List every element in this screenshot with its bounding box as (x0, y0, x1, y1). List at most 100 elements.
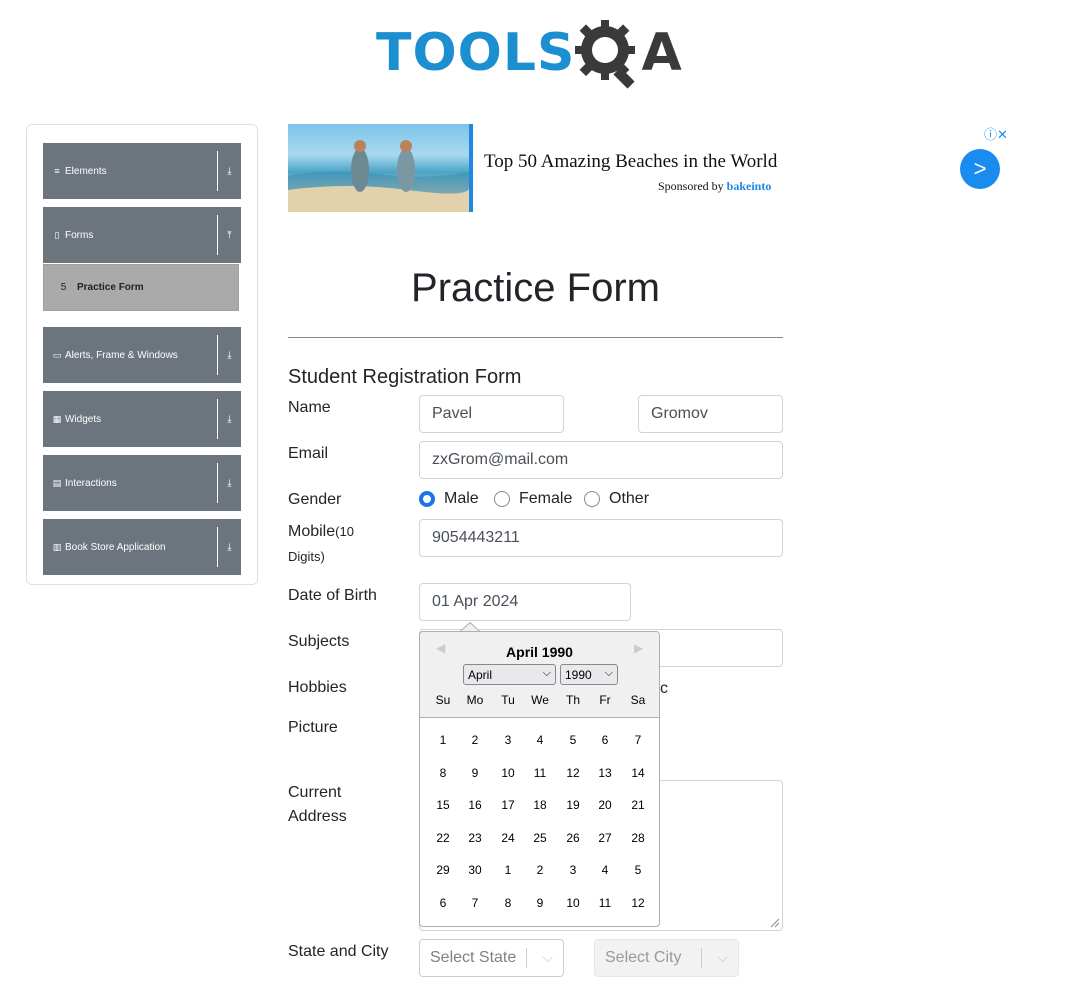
ad-sponsor-name[interactable]: bakeinto (727, 179, 772, 193)
calendar-day[interactable]: 29 (427, 863, 459, 877)
grid-icon: ▦ (52, 414, 62, 424)
ad-banner[interactable]: Top 50 Amazing Beaches in the World Spon… (288, 124, 1018, 214)
calendar-day[interactable]: 21 (622, 798, 654, 812)
expand-icon[interactable]: ⤓ (217, 463, 241, 503)
calendar-day-outside-month[interactable]: 11 (589, 896, 621, 910)
radio-checked[interactable] (419, 491, 435, 507)
radio-unchecked[interactable] (584, 491, 600, 507)
calendar-day-outside-month[interactable]: 1 (492, 863, 524, 877)
city-select[interactable]: Select City ⌵ (594, 939, 739, 977)
calendar-day-outside-month[interactable]: 7 (459, 896, 491, 910)
month-select[interactable]: April ⌵ (463, 664, 556, 685)
calendar-day[interactable]: 9 (459, 766, 491, 780)
calendar-day-outside-month[interactable]: 10 (557, 896, 589, 910)
calendar-day[interactable]: 19 (557, 798, 589, 812)
calendar-day-outside-month[interactable]: 12 (622, 896, 654, 910)
calendar-day[interactable]: 12 (557, 766, 589, 780)
calendar-day[interactable]: 18 (524, 798, 556, 812)
calendar-day[interactable]: 5 (557, 733, 589, 747)
address-label-line1: Current (288, 784, 342, 801)
first-name-input[interactable]: Pavel (419, 395, 564, 433)
sidebar-group-interactions[interactable]: ▤ Interactions ⤓ (43, 455, 241, 511)
ad-sponsored-prefix: Sponsored by (658, 179, 724, 193)
calendar-day[interactable]: 30 (459, 863, 491, 877)
calendar-day[interactable]: 13 (589, 766, 621, 780)
calendar-day-outside-month[interactable]: 4 (589, 863, 621, 877)
toolsqa-logo[interactable]: TOOLS A (376, 14, 698, 92)
select-separator (701, 948, 702, 968)
ad-title[interactable]: Top 50 Amazing Beaches in the World (484, 151, 777, 173)
ad-sponsored[interactable]: Sponsored by bakeinto (658, 179, 771, 194)
calendar-day[interactable]: 14 (622, 766, 654, 780)
expand-icon[interactable]: ⤓ (217, 527, 241, 567)
next-month-icon[interactable]: ▶ (634, 641, 643, 655)
sidebar-group-widgets[interactable]: ▦ Widgets ⤓ (43, 391, 241, 447)
year-select[interactable]: 1990 ⌵ (560, 664, 618, 685)
calendar-day-outside-month[interactable]: 5 (622, 863, 654, 877)
calendar-day[interactable]: 1 (427, 733, 459, 747)
sidebar-group-forms[interactable]: ▯ Forms ⤒ (43, 207, 241, 263)
gender-option-label: Female (519, 490, 573, 507)
calendar-day[interactable]: 27 (589, 831, 621, 845)
gender-radio-female[interactable]: Female (494, 490, 572, 508)
chevron-down-icon: ⌵ (542, 667, 551, 679)
calendar-day[interactable]: 16 (459, 798, 491, 812)
calendar-day[interactable]: 8 (427, 766, 459, 780)
calendar-day[interactable]: 15 (427, 798, 459, 812)
ad-next-button[interactable]: > (960, 149, 1000, 189)
datepicker-popup: ◀ April 1990 ▶ April ⌵ 1990 ⌵ Su Mo Tu W… (419, 631, 660, 927)
calendar-day[interactable]: 10 (492, 766, 524, 780)
gender-radio-other[interactable]: Other (584, 490, 649, 508)
calendar-day[interactable]: 24 (492, 831, 524, 845)
sidebar-group-label: Forms (65, 229, 94, 241)
ad-image[interactable] (288, 124, 473, 212)
sidebar-group-alerts[interactable]: ▭ Alerts, Frame & Windows ⤓ (43, 327, 241, 383)
calendar-day[interactable]: 25 (524, 831, 556, 845)
sidebar-group-label: Interactions (65, 477, 117, 489)
state-placeholder: Select State (430, 949, 517, 966)
radio-unchecked[interactable] (494, 491, 510, 507)
calendar-day[interactable]: 22 (427, 831, 459, 845)
calendar-day[interactable]: 7 (622, 733, 654, 747)
calendar-day[interactable]: 26 (557, 831, 589, 845)
calendar-day[interactable]: 4 (524, 733, 556, 747)
email-input[interactable]: zxGrom@mail.com (419, 441, 783, 479)
calendar-day[interactable]: 3 (492, 733, 524, 747)
expand-icon[interactable]: ⤓ (217, 335, 241, 375)
calendar-day[interactable]: 20 (589, 798, 621, 812)
calendar-day-outside-month[interactable]: 6 (427, 896, 459, 910)
address-label-line2: Address (288, 808, 347, 825)
calendar-day[interactable]: 2 (459, 733, 491, 747)
chevron-down-icon[interactable]: ⌵ (542, 949, 553, 966)
sidebar-item-label: Practice Form (77, 282, 144, 293)
last-name-input[interactable]: Gromov (638, 395, 783, 433)
expand-icon[interactable]: ⤓ (217, 399, 241, 439)
calendar-day-outside-month[interactable]: 9 (524, 896, 556, 910)
sidebar-group-elements[interactable]: ≡ Elements ⤓ (43, 143, 241, 199)
ad-close-icon[interactable]: ⓘ✕ (984, 124, 1008, 143)
gender-radio-male[interactable]: Male (419, 490, 479, 508)
calendar-day[interactable]: 23 (459, 831, 491, 845)
mobile-input[interactable]: 9054443211 (419, 519, 783, 557)
logo-text-tools: TOOLS (376, 23, 576, 83)
dob-input[interactable]: 01 Apr 2024 (419, 583, 631, 621)
calendar-day-outside-month[interactable]: 3 (557, 863, 589, 877)
state-select[interactable]: Select State ⌵ (419, 939, 564, 977)
calendar-day-outside-month[interactable]: 2 (524, 863, 556, 877)
gender-option-label: Male (444, 490, 479, 507)
sidebar-group-label: Elements (65, 165, 107, 177)
email-label: Email (288, 445, 329, 462)
calendar-day[interactable]: 11 (524, 766, 556, 780)
sidebar-item-practice-form[interactable]: 5 Practice Form (43, 264, 239, 311)
expand-icon[interactable]: ⤓ (217, 151, 241, 191)
calendar-day[interactable]: 28 (622, 831, 654, 845)
hobby-label-partial: c (660, 680, 668, 697)
calendar-day[interactable]: 6 (589, 733, 621, 747)
calendar-day[interactable]: 17 (492, 798, 524, 812)
resize-handle-icon[interactable] (768, 916, 780, 928)
calendar-day-outside-month[interactable]: 8 (492, 896, 524, 910)
sidebar-group-book-store[interactable]: ▥ Book Store Application ⤓ (43, 519, 241, 575)
chevron-down-icon[interactable]: ⌵ (717, 949, 728, 966)
collapse-icon[interactable]: ⤒ (217, 215, 241, 255)
mobile-hint: (10 (335, 524, 354, 539)
